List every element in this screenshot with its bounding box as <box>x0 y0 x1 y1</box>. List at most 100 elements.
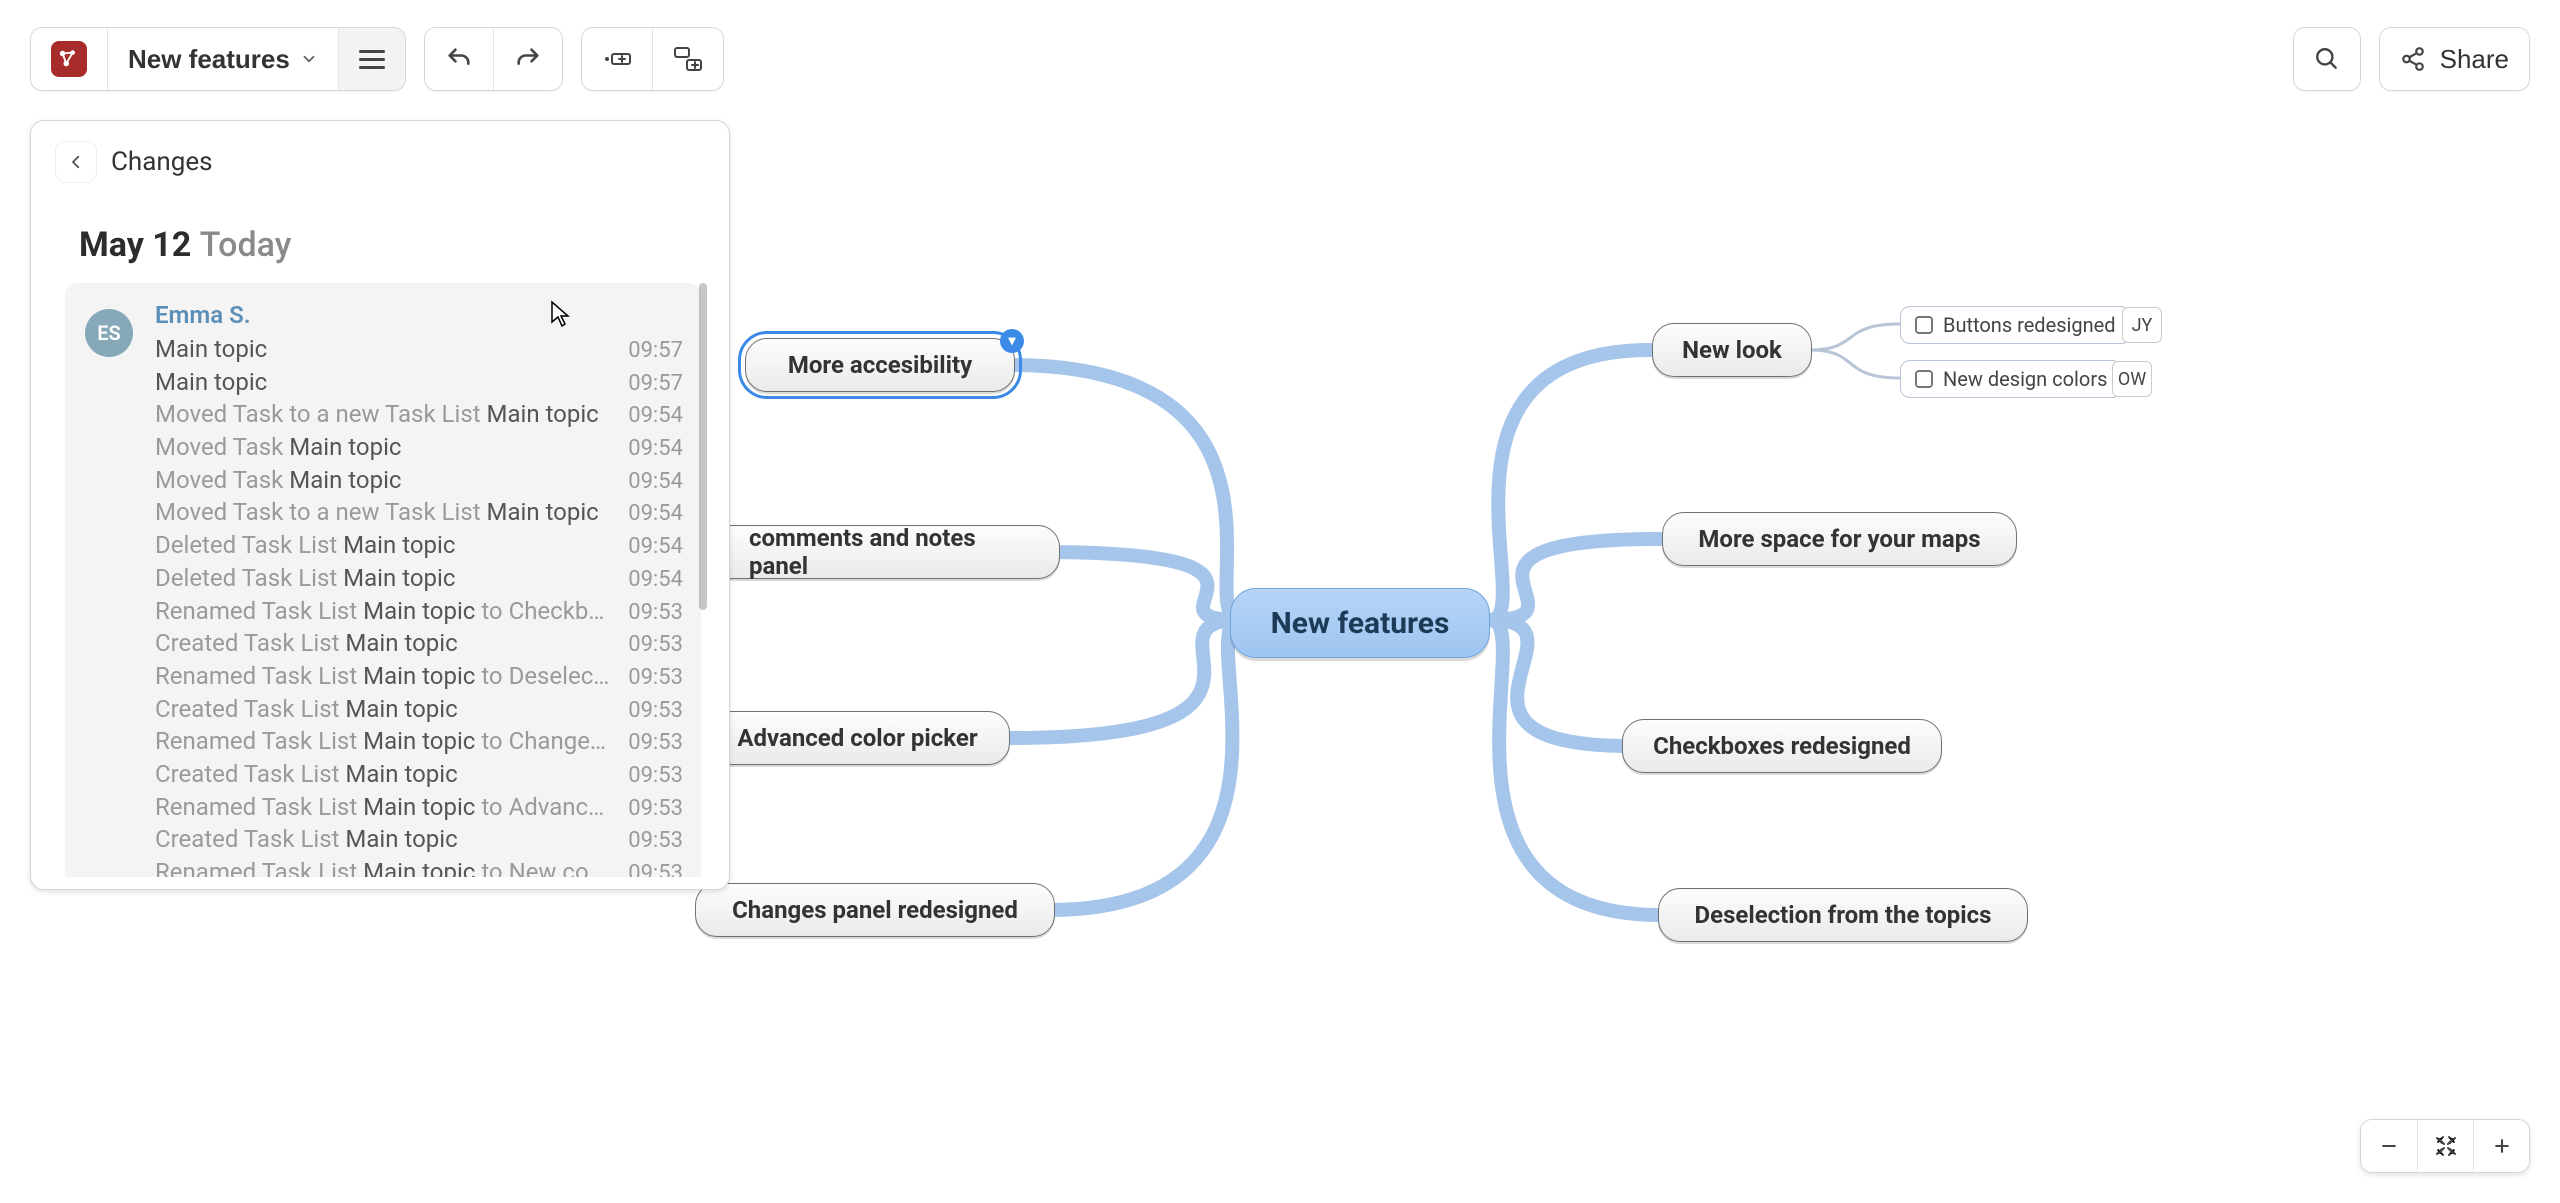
add-sibling-button[interactable] <box>582 28 652 90</box>
add-child-button[interactable] <box>652 28 723 90</box>
change-text: Deleted Task List Main topic <box>155 562 455 594</box>
add-child-icon <box>673 46 703 72</box>
change-time: 09:53 <box>628 696 683 726</box>
change-text: Renamed Task List Main topic to Advanced… <box>155 791 616 823</box>
node-label: More accesibility <box>788 351 972 379</box>
change-time: 09:54 <box>628 499 683 529</box>
subnode-label: New design colors <box>1943 367 2107 391</box>
node-label: Changes panel redesigned <box>732 896 1018 924</box>
change-row[interactable]: Created Task List Main topic09:53 <box>155 627 683 660</box>
change-text: Deleted Task List Main topic <box>155 529 455 561</box>
mindmap-node-changes-panel[interactable]: Changes panel redesigned <box>695 883 1055 937</box>
zoom-in-button[interactable] <box>2473 1120 2529 1172</box>
change-entry[interactable]: ES Emma S. Main topic09:57Main topic09:5… <box>65 283 701 877</box>
collapse-handle-icon[interactable]: ▾ <box>1000 329 1024 353</box>
assignee-badge[interactable]: OW <box>2112 361 2152 397</box>
menu-button[interactable] <box>338 28 405 90</box>
change-row[interactable]: Moved Task to a new Task List Main topic… <box>155 496 683 529</box>
change-text: Moved Task to a new Task List Main topic <box>155 496 599 528</box>
change-text: Renamed Task List Main topic to Changes … <box>155 725 616 757</box>
checkbox-icon[interactable] <box>1915 316 1933 334</box>
mindmap-node-checkboxes[interactable]: Checkboxes redesigned <box>1622 719 1942 773</box>
share-label: Share <box>2440 44 2509 75</box>
change-row[interactable]: Renamed Task List Main topic to New comm… <box>155 856 683 877</box>
change-row[interactable]: Deleted Task List Main topic 09:54 <box>155 562 683 595</box>
change-row[interactable]: Moved Task Main topic09:54 <box>155 464 683 497</box>
back-button[interactable] <box>55 141 97 183</box>
author-avatar: ES <box>85 309 133 357</box>
app-logo-button[interactable] <box>31 28 107 90</box>
change-time: 09:53 <box>628 826 683 856</box>
author-name: Emma S. <box>155 301 683 329</box>
add-sibling-icon <box>602 47 632 71</box>
change-row[interactable]: Main topic09:57 <box>155 366 683 399</box>
share-group: Share <box>2379 27 2530 91</box>
search-icon <box>2314 46 2340 72</box>
mindmap-node-more-accessibility[interactable]: More accesibility ▾ <box>745 338 1015 392</box>
change-row[interactable]: Created Task List Main topic 09:53 <box>155 823 683 856</box>
mindmap-node-deselection[interactable]: Deselection from the topics <box>1658 888 2028 942</box>
changes-scroll-area[interactable]: ES Emma S. Main topic09:57Main topic09:5… <box>55 283 711 877</box>
fit-view-button[interactable] <box>2417 1120 2473 1172</box>
mindmap-root-node[interactable]: New features <box>1230 588 1490 658</box>
node-label: Checkboxes redesigned <box>1653 732 1911 760</box>
change-text: Moved Task Main topic <box>155 431 401 463</box>
change-text: Created Task List Main topic <box>155 758 458 790</box>
change-time: 09:54 <box>628 565 683 595</box>
node-label: Advanced color picker <box>737 724 977 752</box>
undo-button[interactable] <box>425 28 493 90</box>
change-text: Renamed Task List Main topic to Checkbox… <box>155 595 616 627</box>
scrollbar-thumb[interactable] <box>699 283 707 610</box>
panel-title: Changes <box>111 147 213 177</box>
undo-icon <box>445 45 473 73</box>
document-title-dropdown[interactable]: New features <box>107 28 338 90</box>
change-time: 09:54 <box>628 467 683 497</box>
subnode-label: Buttons redesigned <box>1943 313 2116 337</box>
redo-icon <box>514 45 542 73</box>
change-row[interactable]: Moved Task to a new Task List Main topic… <box>155 398 683 431</box>
change-time: 09:53 <box>628 761 683 791</box>
node-label: New features <box>1271 606 1450 641</box>
share-button[interactable]: Share <box>2380 28 2529 90</box>
search-group <box>2293 27 2361 91</box>
mindmap-node-comments-notes[interactable]: comments and notes panel <box>720 525 1060 579</box>
share-icon <box>2400 46 2426 72</box>
search-button[interactable] <box>2294 28 2360 90</box>
change-time: 09:54 <box>628 532 683 562</box>
node-label: More space for your maps <box>1698 525 1980 553</box>
checkbox-icon[interactable] <box>1915 370 1933 388</box>
change-row[interactable]: Renamed Task List Main topic to Changes … <box>155 725 683 758</box>
chevron-left-icon <box>67 153 85 171</box>
change-row[interactable]: Renamed Task List Main topic to Checkbox… <box>155 595 683 628</box>
change-text: Main topic <box>155 366 267 398</box>
change-row[interactable]: Main topic09:57 <box>155 333 683 366</box>
chevron-down-icon <box>300 44 318 75</box>
mindmap-node-more-space[interactable]: More space for your maps <box>1662 512 2017 566</box>
change-time: 09:54 <box>628 434 683 464</box>
change-text: Created Task List Main topic <box>155 823 458 855</box>
change-row[interactable]: Created Task List Main topic 09:53 <box>155 758 683 791</box>
mindmap-subnode-colors[interactable]: New design colors <box>1900 360 2122 398</box>
mindmap-node-new-look[interactable]: New look <box>1652 323 1812 377</box>
mindmap-node-color-picker[interactable]: Advanced color picker <box>705 711 1010 765</box>
assignee-badge[interactable]: JY <box>2122 307 2162 343</box>
date-heading: May 12 Today <box>79 225 711 265</box>
zoom-controls <box>2360 1119 2530 1173</box>
change-text: Created Task List Main topic <box>155 693 458 725</box>
hamburger-icon <box>359 50 385 53</box>
change-text: Renamed Task List Main topic to Deselect… <box>155 660 616 692</box>
change-row[interactable]: Created Task List Main topic 09:53 <box>155 693 683 726</box>
mindmap-subnode-buttons[interactable]: Buttons redesigned <box>1900 306 2131 344</box>
change-text: Renamed Task List Main topic to New comm… <box>155 856 616 877</box>
change-row[interactable]: Renamed Task List Main topic to Advanced… <box>155 791 683 824</box>
change-time: 09:53 <box>628 663 683 693</box>
change-row[interactable]: Renamed Task List Main topic to Deselect… <box>155 660 683 693</box>
document-title: New features <box>128 44 290 75</box>
history-controls <box>424 27 563 91</box>
zoom-out-button[interactable] <box>2361 1120 2417 1172</box>
change-row[interactable]: Deleted Task List Main topic 09:54 <box>155 529 683 562</box>
redo-button[interactable] <box>493 28 562 90</box>
change-row[interactable]: Moved Task Main topic 09:54 <box>155 431 683 464</box>
change-time: 09:57 <box>628 336 683 366</box>
fit-icon <box>2434 1134 2458 1158</box>
